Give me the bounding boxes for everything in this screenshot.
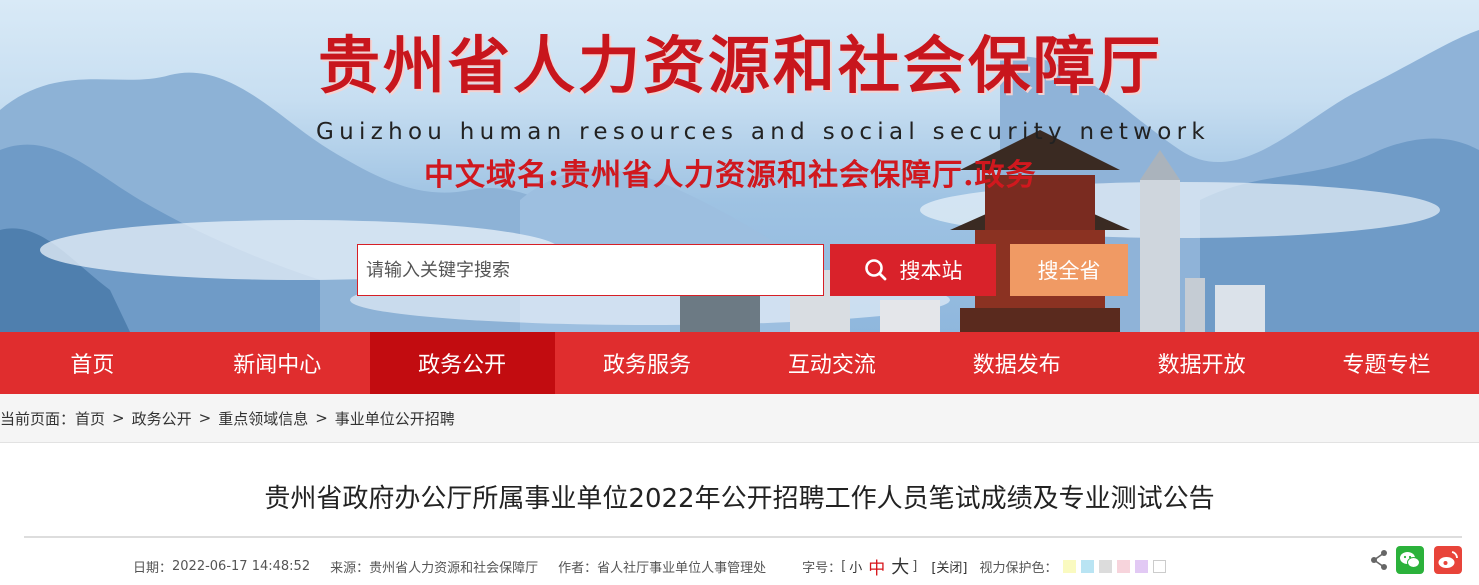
wechat-glyph: [1400, 552, 1420, 568]
date-label: 日期：: [133, 560, 173, 576]
search-box: [357, 244, 824, 296]
breadcrumb: 当前页面： 首页 > 政务公开 > 重点领域信息 > 事业单位公开招聘: [0, 394, 1479, 443]
breadcrumb-recruitment[interactable]: 事业单位公开招聘: [335, 408, 455, 429]
share-icon[interactable]: [1369, 549, 1389, 571]
eye-color-swatch-yellow[interactable]: [1062, 559, 1076, 573]
nav-item-home[interactable]: 首页: [0, 332, 185, 394]
breadcrumb-separator: >: [315, 409, 328, 427]
breadcrumb-key-fields[interactable]: 重点领域信息: [218, 408, 308, 429]
site-logo-subtitle: Guizhou human resources and social secur…: [316, 119, 1211, 145]
breadcrumb-gov-affairs-open[interactable]: 政务公开: [132, 408, 192, 429]
font-size-bracket-open: [: [841, 558, 847, 574]
source-value: 贵州省人力资源和社会保障厅: [369, 560, 539, 576]
close-link[interactable]: [关闭]: [931, 557, 967, 576]
nav-item-gov-affairs-open[interactable]: 政务公开: [369, 332, 555, 394]
weibo-icon[interactable]: [1434, 546, 1462, 574]
article-meta: 日期： 2022-06-17 14:48:52 来源： 贵州省人力资源和社会保障…: [133, 553, 1166, 579]
source-label: 来源：: [330, 560, 370, 576]
eye-color-swatch-blue[interactable]: [1080, 559, 1094, 573]
author-label: 作者：: [558, 560, 598, 576]
site-logo-title: 贵州省人力资源和社会保障厅: [318, 29, 1164, 102]
weibo-glyph: [1438, 551, 1458, 568]
search-icon: [864, 259, 886, 281]
breadcrumb-separator: >: [112, 409, 125, 427]
nav-item-special-topics[interactable]: 专题专栏: [1294, 332, 1479, 394]
wechat-icon[interactable]: [1396, 546, 1424, 574]
font-size-label: 字号：: [802, 560, 842, 576]
article-title: 贵州省政府办公厅所属事业单位2022年公开招聘工作人员笔试成绩及专业测试公告: [264, 484, 1215, 514]
site-domain-label: 中文域名:贵州省人力资源和社会保障厅.政务: [424, 158, 1037, 193]
publish-date: 2022-06-17 14:48:52: [172, 558, 311, 574]
breadcrumb-home[interactable]: 首页: [75, 408, 105, 429]
title-divider: [24, 536, 1462, 538]
search-province-button[interactable]: 搜全省: [1010, 244, 1128, 296]
search-site-button[interactable]: 搜本站: [830, 244, 996, 296]
author-value: 省人社厅事业单位人事管理处: [597, 560, 767, 576]
nav-item-gov-services[interactable]: 政务服务: [555, 332, 740, 394]
font-size-medium[interactable]: 中: [868, 554, 885, 579]
breadcrumb-separator: >: [198, 409, 212, 427]
nav-item-news[interactable]: 新闻中心: [185, 332, 370, 394]
eye-color-swatch-purple[interactable]: [1134, 559, 1148, 573]
nav-item-data-release[interactable]: 数据发布: [924, 332, 1109, 394]
breadcrumb-prefix: 当前页面：: [0, 409, 76, 428]
eye-color-swatch-pink[interactable]: [1116, 559, 1130, 573]
header-banner: 贵州省人力资源和社会保障厅 Guizhou human resources an…: [0, 0, 1479, 332]
font-size-large[interactable]: 大: [891, 553, 909, 579]
font-size-bracket-close: ]: [912, 558, 918, 574]
search-input[interactable]: [358, 245, 823, 295]
eye-protection-label: 视力保护色：: [979, 560, 1058, 576]
eye-color-swatch-white[interactable]: [1152, 559, 1166, 573]
eye-color-swatch-gray[interactable]: [1098, 559, 1112, 573]
main-nav: 首页 新闻中心 政务公开 政务服务 互动交流 数据发布 数据开放 专题专栏: [0, 332, 1479, 394]
search-site-label: 搜本站: [899, 259, 963, 283]
nav-item-interaction[interactable]: 互动交流: [740, 332, 925, 394]
nav-item-open-data[interactable]: 数据开放: [1109, 332, 1294, 394]
font-size-small[interactable]: 小: [849, 557, 862, 576]
